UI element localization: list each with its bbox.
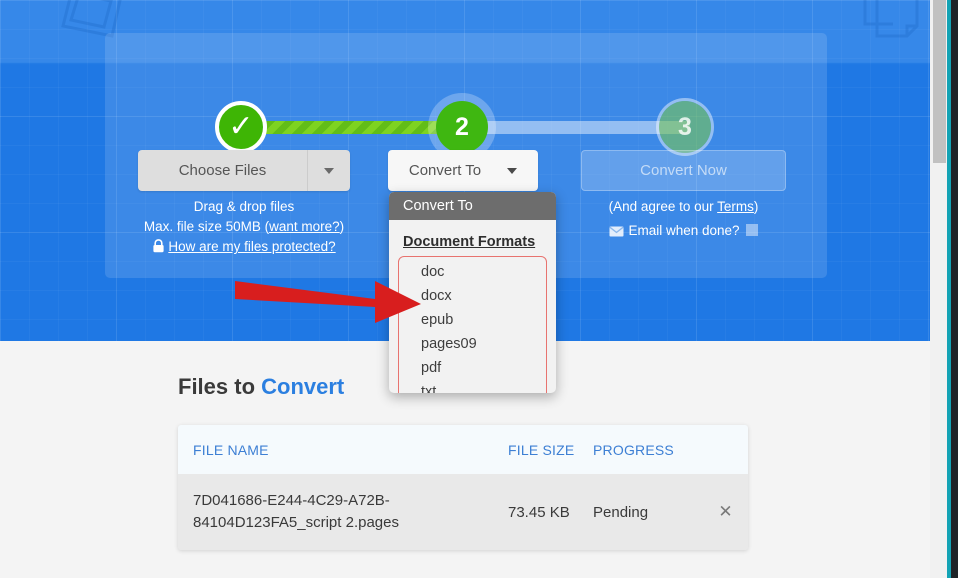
want-more-link[interactable]: want more?	[269, 219, 340, 234]
control-row: Choose Files Convert To Convert Now	[105, 148, 827, 198]
scrollbar-thumb[interactable]	[933, 0, 946, 163]
drag-drop-hint: Drag & drop files	[193, 199, 295, 214]
page-title: Files to Convert	[178, 374, 344, 400]
step-2-number: 2	[455, 112, 469, 141]
files-protected-link[interactable]: How are my files protected?	[168, 239, 335, 254]
cell-progress: Pending	[593, 503, 649, 521]
email-when-done-label: Email when done?	[628, 223, 740, 238]
convert-now-button[interactable]: Convert Now	[581, 150, 786, 191]
progress-stepper: ✓ 2 3	[105, 33, 827, 153]
dropdown-item-pdf[interactable]: pdf	[399, 356, 546, 380]
agree-suffix: )	[753, 199, 759, 214]
table-row: 7D041686-E244-4C29-A72B-84104D123FA5_scr…	[178, 474, 748, 550]
check-icon: ✓	[228, 110, 254, 143]
column-header-progress: PROGRESS	[593, 441, 674, 458]
choose-files-dropdown-toggle[interactable]	[308, 150, 350, 191]
window-edge-dark	[951, 0, 958, 578]
cell-file-name: 7D041686-E244-4C29-A72B-84104D123FA5_scr…	[193, 492, 399, 531]
dropdown-item-txt[interactable]: txt	[399, 380, 546, 393]
files-table: FILE NAME FILE SIZE PROGRESS 7D041686-E2…	[178, 425, 748, 550]
convert-to-button[interactable]: Convert To	[388, 150, 538, 191]
step-3-number: 3	[678, 112, 692, 141]
cell-file-size: 73.45 KB	[508, 503, 570, 521]
upload-hints: Drag & drop files Max. file size 50MB (w…	[138, 199, 350, 261]
files-title-accent: Convert	[261, 374, 345, 399]
table-header-row: FILE NAME FILE SIZE PROGRESS	[178, 425, 748, 474]
max-size-suffix: )	[339, 219, 345, 234]
dropdown-header: Convert To	[389, 192, 556, 220]
step-3-pending[interactable]: 3	[659, 101, 711, 153]
max-size-hint: Max. file size 50MB (want more?)	[138, 219, 350, 234]
convert-now-label: Convert Now	[640, 162, 727, 179]
choose-files-button-group[interactable]: Choose Files	[138, 150, 350, 191]
step-2-current[interactable]: 2	[436, 101, 488, 153]
email-when-done-checkbox[interactable]	[745, 224, 758, 236]
files-protected-row: How are my files protected?	[138, 239, 350, 256]
page-root: ✓ 2 3 Choose Files Convert To Convert No…	[0, 0, 958, 578]
chevron-down-icon	[324, 167, 334, 174]
annotation-arrow-icon	[225, 265, 425, 340]
terms-row: (And agree to our Terms)	[581, 199, 786, 214]
agree-prefix: (And agree to our	[608, 199, 718, 214]
email-when-done-row: Email when done?	[581, 223, 786, 240]
remove-file-button[interactable]: ✕	[703, 502, 748, 522]
chevron-down-icon	[507, 167, 518, 174]
choose-files-button[interactable]: Choose Files	[138, 150, 308, 191]
convert-hints: (And agree to our Terms) Email when done…	[581, 199, 786, 249]
column-header-file-name: FILE NAME	[193, 441, 269, 458]
terms-link[interactable]: Terms	[717, 199, 754, 214]
step-1-completed[interactable]: ✓	[215, 101, 267, 153]
document-outline-icon	[855, 0, 935, 58]
column-header-file-size: FILE SIZE	[508, 441, 575, 458]
step-connector-pending	[464, 121, 690, 134]
files-title-plain: Files to	[178, 374, 262, 399]
max-size-prefix: Max. file size 50MB (	[143, 219, 270, 234]
convert-to-label: Convert To	[408, 162, 482, 179]
dropdown-section-title: Document Formats	[403, 234, 536, 250]
lock-icon	[152, 239, 165, 256]
envelope-icon	[609, 225, 625, 240]
